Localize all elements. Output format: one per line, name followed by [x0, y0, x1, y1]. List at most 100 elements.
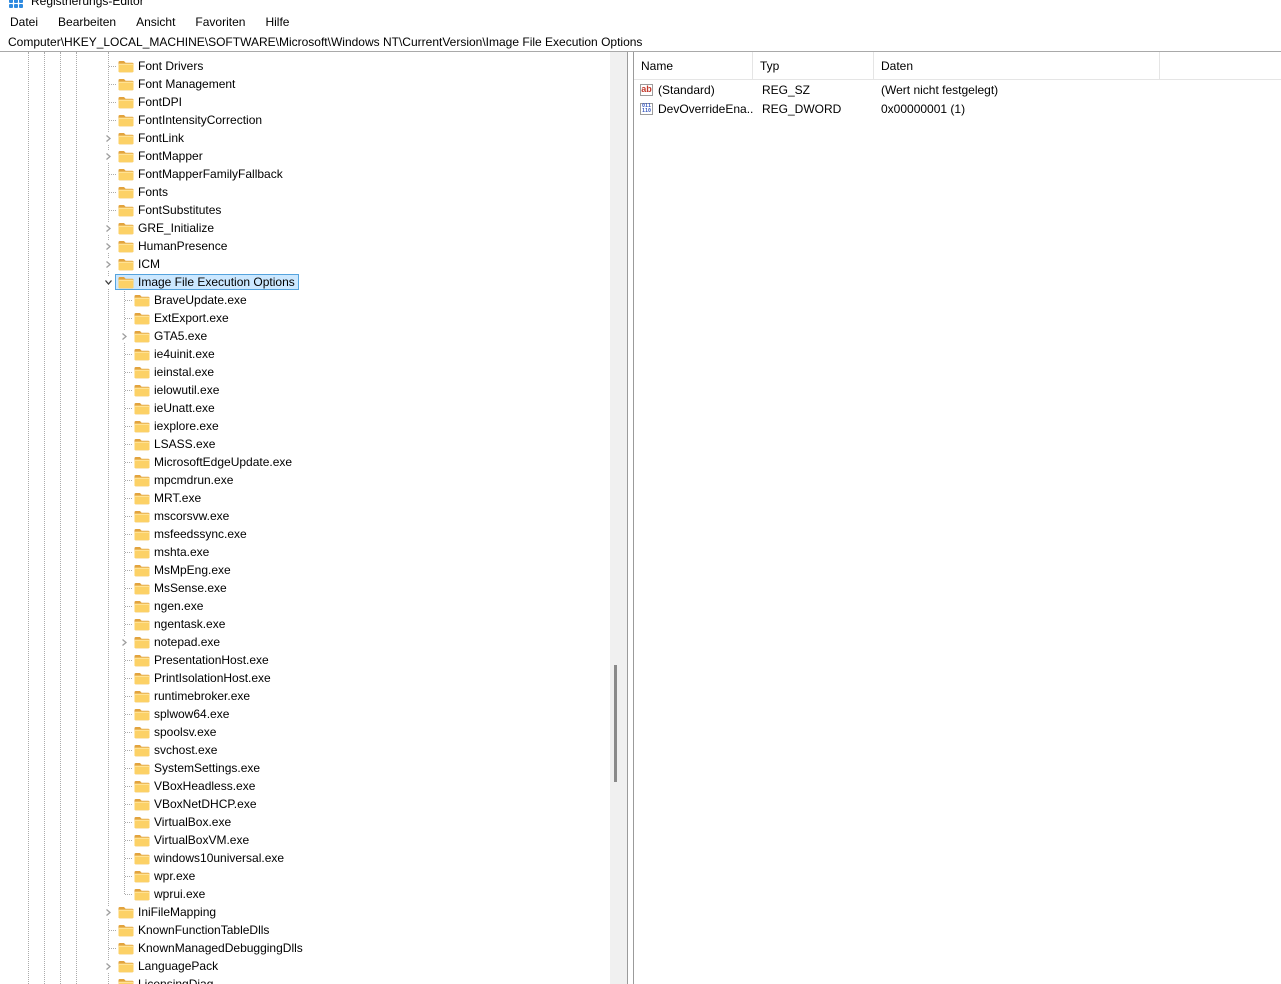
tree-item-content[interactable]: GTA5.exe [131, 328, 211, 344]
tree-item-notepad-exe[interactable]: notepad.exe [0, 633, 610, 651]
tree-item-content[interactable]: MicrosoftEdgeUpdate.exe [131, 454, 296, 470]
tree-item-content[interactable]: FontDPI [115, 94, 186, 110]
chevron-right-icon[interactable] [102, 961, 114, 972]
chevron-right-icon[interactable] [118, 331, 130, 342]
tree-item-mrt-exe[interactable]: MRT.exe [0, 489, 610, 507]
tree-item-content[interactable]: notepad.exe [131, 634, 224, 650]
menu-datei[interactable]: Datei [0, 12, 48, 32]
tree-item-msmpeng-exe[interactable]: MsMpEng.exe [0, 561, 610, 579]
tree-item-fontmapperfamilyfallback[interactable]: FontMapperFamilyFallback [0, 165, 610, 183]
tree-item-content[interactable]: windows10universal.exe [131, 850, 288, 866]
column-header-name[interactable]: Name [634, 52, 753, 79]
address-bar[interactable]: Computer\HKEY_LOCAL_MACHINE\SOFTWARE\Mic… [0, 33, 1281, 52]
vertical-scrollbar[interactable] [610, 52, 627, 984]
tree-item-gre-initialize[interactable]: GRE_Initialize [0, 219, 610, 237]
tree-item-systemsettings-exe[interactable]: SystemSettings.exe [0, 759, 610, 777]
tree-item-font-management[interactable]: Font Management [0, 75, 610, 93]
tree-item-braveupdate-exe[interactable]: BraveUpdate.exe [0, 291, 610, 309]
tree-item-content[interactable]: HumanPresence [115, 238, 231, 254]
tree-item-content[interactable]: LanguagePack [115, 958, 222, 974]
tree-item-content[interactable]: MsSense.exe [131, 580, 231, 596]
tree-item-content[interactable]: VBoxNetDHCP.exe [131, 796, 261, 812]
pane-splitter[interactable] [627, 52, 634, 984]
tree-item-content[interactable]: ieinstal.exe [131, 364, 218, 380]
menu-bearbeiten[interactable]: Bearbeiten [48, 12, 126, 32]
tree-item-gta5-exe[interactable]: GTA5.exe [0, 327, 610, 345]
tree-item-ie4uinit-exe[interactable]: ie4uinit.exe [0, 345, 610, 363]
value-row-devoverrideena[interactable]: 011 110 DevOverrideEna... REG_DWORD 0x000000… [634, 99, 1281, 118]
tree-item-content[interactable]: FontMapper [115, 148, 207, 164]
tree-item-content[interactable]: Fonts [115, 184, 172, 200]
tree-item-content[interactable]: VBoxHeadless.exe [131, 778, 259, 794]
tree-item-lsass-exe[interactable]: LSASS.exe [0, 435, 610, 453]
tree-item-content[interactable]: Image File Execution Options [115, 274, 299, 290]
tree-item-content[interactable]: KnownManagedDebuggingDlls [115, 940, 307, 956]
tree-item-splwow64-exe[interactable]: splwow64.exe [0, 705, 610, 723]
tree-item-content[interactable]: MRT.exe [131, 490, 205, 506]
tree-item-svchost-exe[interactable]: svchost.exe [0, 741, 610, 759]
tree-item-content[interactable]: PresentationHost.exe [131, 652, 273, 668]
tree-item-content[interactable]: mscorsvw.exe [131, 508, 233, 524]
tree-item-content[interactable]: mshta.exe [131, 544, 213, 560]
tree-item-content[interactable]: wprui.exe [131, 886, 209, 902]
chevron-right-icon[interactable] [118, 637, 130, 648]
tree-item-content[interactable]: spoolsv.exe [131, 724, 220, 740]
tree-item-vboxheadless-exe[interactable]: VBoxHeadless.exe [0, 777, 610, 795]
column-header-type[interactable]: Typ [753, 52, 874, 79]
tree-item-extexport-exe[interactable]: ExtExport.exe [0, 309, 610, 327]
tree-item-content[interactable]: Font Drivers [115, 58, 207, 74]
tree-item-content[interactable]: VirtualBoxVM.exe [131, 832, 253, 848]
tree-item-content[interactable]: BraveUpdate.exe [131, 292, 251, 308]
tree-item-spoolsv-exe[interactable]: spoolsv.exe [0, 723, 610, 741]
tree-item-content[interactable]: ngentask.exe [131, 616, 229, 632]
tree-item-content[interactable]: LSASS.exe [131, 436, 219, 452]
tree-item-content[interactable]: runtimebroker.exe [131, 688, 254, 704]
tree-item-languagepack[interactable]: LanguagePack [0, 957, 610, 975]
tree-item-msfeedssync-exe[interactable]: msfeedssync.exe [0, 525, 610, 543]
tree-item-content[interactable]: svchost.exe [131, 742, 221, 758]
chevron-right-icon[interactable] [102, 151, 114, 162]
tree-item-content[interactable]: FontMapperFamilyFallback [115, 166, 287, 182]
chevron-down-icon[interactable] [102, 277, 114, 288]
tree-item-content[interactable]: FontIntensityCorrection [115, 112, 266, 128]
tree-item-inifilemapping[interactable]: IniFileMapping [0, 903, 610, 921]
tree-item-humanpresence[interactable]: HumanPresence [0, 237, 610, 255]
tree-item-fontsubstitutes[interactable]: FontSubstitutes [0, 201, 610, 219]
tree-item-knownmanageddebuggingdlls[interactable]: KnownManagedDebuggingDlls [0, 939, 610, 957]
tree-item-mssense-exe[interactable]: MsSense.exe [0, 579, 610, 597]
tree-item-fonts[interactable]: Fonts [0, 183, 610, 201]
tree-item-content[interactable]: LicensingDiag [115, 976, 217, 984]
tree-item-ngen-exe[interactable]: ngen.exe [0, 597, 610, 615]
tree-item-content[interactable]: ngen.exe [131, 598, 207, 614]
tree-item-microsoftedgeupdate-exe[interactable]: MicrosoftEdgeUpdate.exe [0, 453, 610, 471]
tree-item-content[interactable]: IniFileMapping [115, 904, 220, 920]
tree-item-content[interactable]: FontLink [115, 130, 188, 146]
tree-item-content[interactable]: PrintIsolationHost.exe [131, 670, 275, 686]
tree-item-content[interactable]: GRE_Initialize [115, 220, 218, 236]
tree-item-ngentask-exe[interactable]: ngentask.exe [0, 615, 610, 633]
tree-item-virtualboxvm-exe[interactable]: VirtualBoxVM.exe [0, 831, 610, 849]
tree-item-mscorsvw-exe[interactable]: mscorsvw.exe [0, 507, 610, 525]
tree-item-content[interactable]: ie4uinit.exe [131, 346, 219, 362]
menu-favoriten[interactable]: Favoriten [185, 12, 255, 32]
tree-item-wprui-exe[interactable]: wprui.exe [0, 885, 610, 903]
tree-item-content[interactable]: VirtualBox.exe [131, 814, 235, 830]
menu-hilfe[interactable]: Hilfe [255, 12, 299, 32]
tree-item-content[interactable]: FontSubstitutes [115, 202, 225, 218]
scrollbar-thumb[interactable] [614, 665, 617, 782]
tree-item-content[interactable]: MsMpEng.exe [131, 562, 235, 578]
chevron-right-icon[interactable] [102, 907, 114, 918]
tree-item-virtualbox-exe[interactable]: VirtualBox.exe [0, 813, 610, 831]
tree-item-fontlink[interactable]: FontLink [0, 129, 610, 147]
column-header-data[interactable]: Daten [874, 52, 1160, 79]
tree-item-vboxnetdhcp-exe[interactable]: VBoxNetDHCP.exe [0, 795, 610, 813]
tree-item-mshta-exe[interactable]: mshta.exe [0, 543, 610, 561]
value-name-cell[interactable]: 011 110 DevOverrideEna... [634, 102, 753, 116]
tree-item-iexplore-exe[interactable]: iexplore.exe [0, 417, 610, 435]
tree-item-fontdpi[interactable]: FontDPI [0, 93, 610, 111]
tree-item-wpr-exe[interactable]: wpr.exe [0, 867, 610, 885]
tree-item-knownfunctiontabledlls[interactable]: KnownFunctionTableDlls [0, 921, 610, 939]
tree-item-content[interactable]: msfeedssync.exe [131, 526, 251, 542]
tree-item-fontintensitycorrection[interactable]: FontIntensityCorrection [0, 111, 610, 129]
chevron-right-icon[interactable] [102, 241, 114, 252]
